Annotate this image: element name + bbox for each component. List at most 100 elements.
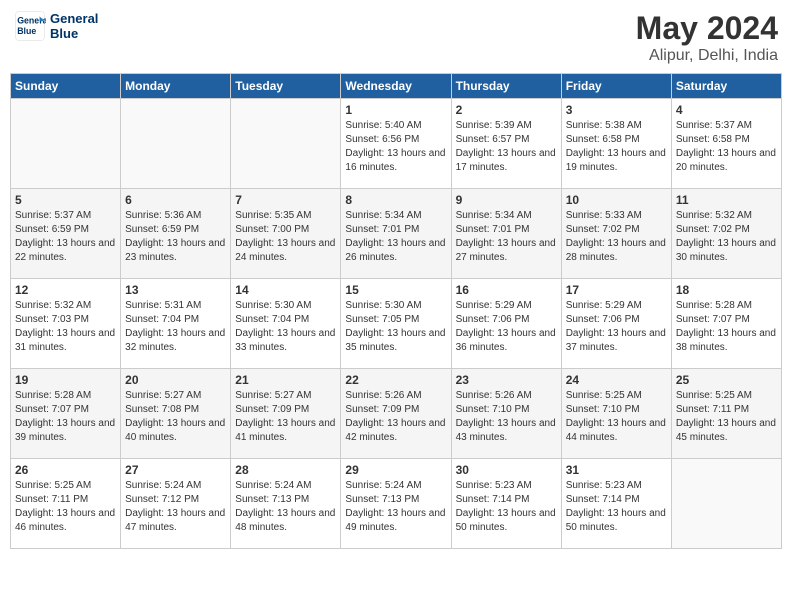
calendar-body: 1 Sunrise: 5:40 AM Sunset: 6:56 PM Daylig… [11, 99, 782, 549]
day-number: 7 [235, 193, 336, 207]
calendar-subtitle: Alipur, Delhi, India [636, 47, 778, 65]
day-cell: 17 Sunrise: 5:29 AM Sunset: 7:06 PM Dayli… [561, 279, 671, 369]
day-cell: 11 Sunrise: 5:32 AM Sunset: 7:02 PM Dayli… [671, 189, 781, 279]
day-cell: 25 Sunrise: 5:25 AM Sunset: 7:11 PM Dayli… [671, 369, 781, 459]
day-number: 20 [125, 373, 226, 387]
day-info: Sunrise: 5:32 AM Sunset: 7:02 PM Dayligh… [676, 209, 777, 265]
day-info: Sunrise: 5:35 AM Sunset: 7:00 PM Dayligh… [235, 209, 336, 265]
day-cell: 2Sunrise: 5:39 AM Sunset: 6:57 PM Daylig… [451, 99, 561, 189]
day-cell: 28 Sunrise: 5:24 AM Sunset: 7:13 PM Dayli… [231, 459, 341, 549]
day-info: Sunrise: 5:27 AM Sunset: 7:09 PM Dayligh… [235, 389, 336, 445]
day-number: 11 [676, 193, 777, 207]
day-info: Sunrise: 5:38 AM Sunset: 6:58 PM Dayligh… [566, 119, 667, 175]
day-cell: 15 Sunrise: 5:30 AM Sunset: 7:05 PM Dayli… [341, 279, 451, 369]
day-cell: 5 Sunrise: 5:37 AM Sunset: 6:59 PM Daylig… [11, 189, 121, 279]
day-number: 24 [566, 373, 667, 387]
header-cell-wednesday: Wednesday [341, 74, 451, 99]
day-number: 21 [235, 373, 336, 387]
day-info: Sunrise: 5:37 AM Sunset: 6:59 PM Dayligh… [15, 209, 116, 265]
day-info: Sunrise: 5:37 AM Sunset: 6:58 PM Dayligh… [676, 119, 777, 175]
week-row-2: 5 Sunrise: 5:37 AM Sunset: 6:59 PM Daylig… [11, 189, 782, 279]
day-number: 18 [676, 283, 777, 297]
day-cell: 18Sunrise: 5:28 AM Sunset: 7:07 PM Dayli… [671, 279, 781, 369]
day-number: 8 [345, 193, 446, 207]
day-info: Sunrise: 5:24 AM Sunset: 7:12 PM Dayligh… [125, 479, 226, 535]
day-cell: 20 Sunrise: 5:27 AM Sunset: 7:08 PM Dayli… [121, 369, 231, 459]
day-cell: 9Sunrise: 5:34 AM Sunset: 7:01 PM Daylig… [451, 189, 561, 279]
header-row: SundayMondayTuesdayWednesdayThursdayFrid… [11, 74, 782, 99]
day-number: 12 [15, 283, 116, 297]
day-cell: 19 Sunrise: 5:28 AM Sunset: 7:07 PM Dayli… [11, 369, 121, 459]
day-cell: 4 Sunrise: 5:37 AM Sunset: 6:58 PM Daylig… [671, 99, 781, 189]
day-cell: 21 Sunrise: 5:27 AM Sunset: 7:09 PM Dayli… [231, 369, 341, 459]
week-row-3: 12 Sunrise: 5:32 AM Sunset: 7:03 PM Dayli… [11, 279, 782, 369]
day-number: 17 [566, 283, 667, 297]
day-cell: 30 Sunrise: 5:23 AM Sunset: 7:14 PM Dayli… [451, 459, 561, 549]
day-info: Sunrise: 5:40 AM Sunset: 6:56 PM Dayligh… [345, 119, 446, 175]
svg-text:Blue: Blue [17, 26, 36, 36]
day-cell: 13 Sunrise: 5:31 AM Sunset: 7:04 PM Dayli… [121, 279, 231, 369]
day-info: Sunrise: 5:25 AM Sunset: 7:11 PM Dayligh… [15, 479, 116, 535]
day-number: 23 [456, 373, 557, 387]
day-info: Sunrise: 5:25 AM Sunset: 7:11 PM Dayligh… [676, 389, 777, 445]
day-cell: 3 Sunrise: 5:38 AM Sunset: 6:58 PM Daylig… [561, 99, 671, 189]
day-cell [671, 459, 781, 549]
day-cell: 12 Sunrise: 5:32 AM Sunset: 7:03 PM Dayli… [11, 279, 121, 369]
day-number: 2 [456, 103, 557, 117]
day-cell: 14 Sunrise: 5:30 AM Sunset: 7:04 PM Dayli… [231, 279, 341, 369]
day-info: Sunrise: 5:24 AM Sunset: 7:13 PM Dayligh… [235, 479, 336, 535]
logo-icon: General Blue [14, 10, 46, 42]
day-info: Sunrise: 5:25 AM Sunset: 7:10 PM Dayligh… [566, 389, 667, 445]
day-number: 15 [345, 283, 446, 297]
day-number: 5 [15, 193, 116, 207]
calendar-title: May 2024 [636, 10, 778, 47]
day-number: 6 [125, 193, 226, 207]
day-number: 3 [566, 103, 667, 117]
day-number: 30 [456, 463, 557, 477]
day-cell [121, 99, 231, 189]
day-cell: 26 Sunrise: 5:25 AM Sunset: 7:11 PM Dayli… [11, 459, 121, 549]
header-cell-saturday: Saturday [671, 74, 781, 99]
week-row-1: 1 Sunrise: 5:40 AM Sunset: 6:56 PM Daylig… [11, 99, 782, 189]
day-cell: 22Sunrise: 5:26 AM Sunset: 7:09 PM Dayli… [341, 369, 451, 459]
day-info: Sunrise: 5:29 AM Sunset: 7:06 PM Dayligh… [566, 299, 667, 355]
day-info: Sunrise: 5:36 AM Sunset: 6:59 PM Dayligh… [125, 209, 226, 265]
day-info: Sunrise: 5:23 AM Sunset: 7:14 PM Dayligh… [456, 479, 557, 535]
day-cell: 8Sunrise: 5:34 AM Sunset: 7:01 PM Daylig… [341, 189, 451, 279]
week-row-4: 19 Sunrise: 5:28 AM Sunset: 7:07 PM Dayli… [11, 369, 782, 459]
day-info: Sunrise: 5:32 AM Sunset: 7:03 PM Dayligh… [15, 299, 116, 355]
day-number: 4 [676, 103, 777, 117]
week-row-5: 26 Sunrise: 5:25 AM Sunset: 7:11 PM Dayli… [11, 459, 782, 549]
logo: General Blue General Blue [14, 10, 98, 42]
day-number: 10 [566, 193, 667, 207]
day-cell: 31 Sunrise: 5:23 AM Sunset: 7:14 PM Dayli… [561, 459, 671, 549]
day-info: Sunrise: 5:27 AM Sunset: 7:08 PM Dayligh… [125, 389, 226, 445]
day-cell: 24 Sunrise: 5:25 AM Sunset: 7:10 PM Dayli… [561, 369, 671, 459]
day-number: 28 [235, 463, 336, 477]
day-info: Sunrise: 5:23 AM Sunset: 7:14 PM Dayligh… [566, 479, 667, 535]
day-info: Sunrise: 5:30 AM Sunset: 7:04 PM Dayligh… [235, 299, 336, 355]
day-number: 13 [125, 283, 226, 297]
day-number: 1 [345, 103, 446, 117]
header-cell-thursday: Thursday [451, 74, 561, 99]
header-cell-friday: Friday [561, 74, 671, 99]
day-number: 31 [566, 463, 667, 477]
day-cell: 7 Sunrise: 5:35 AM Sunset: 7:00 PM Daylig… [231, 189, 341, 279]
day-cell: 23 Sunrise: 5:26 AM Sunset: 7:10 PM Dayli… [451, 369, 561, 459]
day-info: Sunrise: 5:26 AM Sunset: 7:10 PM Dayligh… [456, 389, 557, 445]
day-info: Sunrise: 5:33 AM Sunset: 7:02 PM Dayligh… [566, 209, 667, 265]
day-info: Sunrise: 5:26 AM Sunset: 7:09 PM Dayligh… [345, 389, 446, 445]
day-number: 25 [676, 373, 777, 387]
day-info: Sunrise: 5:31 AM Sunset: 7:04 PM Dayligh… [125, 299, 226, 355]
day-cell: 27Sunrise: 5:24 AM Sunset: 7:12 PM Dayli… [121, 459, 231, 549]
day-cell: 10 Sunrise: 5:33 AM Sunset: 7:02 PM Dayli… [561, 189, 671, 279]
day-number: 26 [15, 463, 116, 477]
day-cell: 6 Sunrise: 5:36 AM Sunset: 6:59 PM Daylig… [121, 189, 231, 279]
day-info: Sunrise: 5:30 AM Sunset: 7:05 PM Dayligh… [345, 299, 446, 355]
day-number: 19 [15, 373, 116, 387]
day-info: Sunrise: 5:28 AM Sunset: 7:07 PM Dayligh… [15, 389, 116, 445]
day-cell [11, 99, 121, 189]
day-number: 14 [235, 283, 336, 297]
logo-line1: General [50, 11, 98, 26]
day-number: 16 [456, 283, 557, 297]
